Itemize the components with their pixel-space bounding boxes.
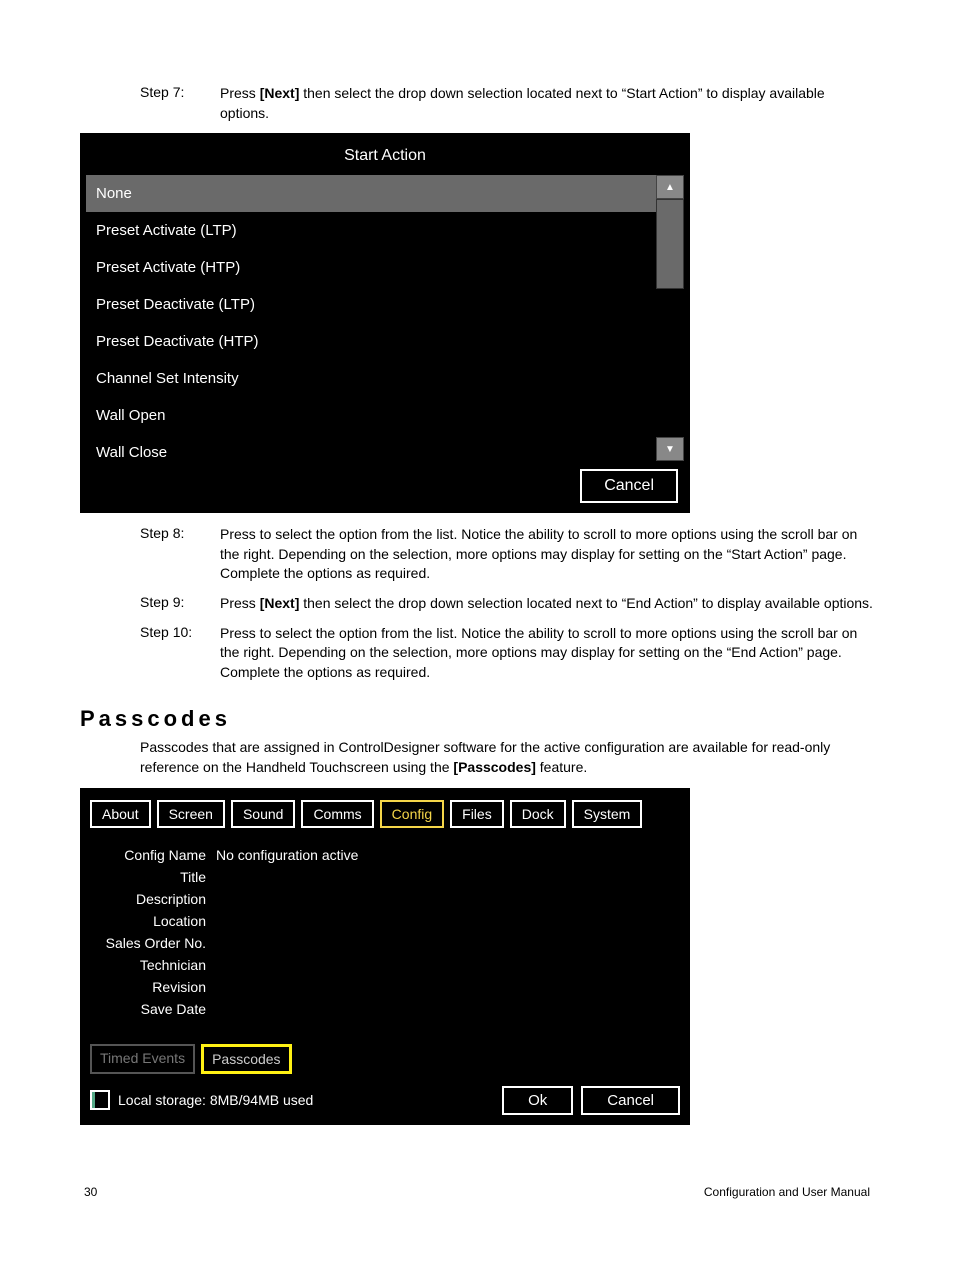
step-label: Step 8:: [140, 525, 220, 584]
dropdown-item-none[interactable]: None: [86, 175, 656, 212]
tab-comms[interactable]: Comms: [301, 800, 373, 828]
subtab-passcodes[interactable]: Passcodes: [201, 1044, 291, 1074]
bottom-bar: Local storage: 8MB/94MB used Ok Cancel: [86, 1080, 684, 1117]
start-action-dropdown-screenshot: Start Action None Preset Activate (LTP) …: [80, 133, 690, 513]
field-config-name: Config NameNo configuration active: [96, 844, 674, 866]
scroll-down-icon[interactable]: ▼: [656, 437, 684, 461]
section-intro: Passcodes that are assigned in ControlDe…: [140, 738, 874, 777]
field-description: Description: [96, 888, 674, 910]
tab-files[interactable]: Files: [450, 800, 504, 828]
step-label: Step 7:: [140, 84, 220, 123]
section-title-passcodes: Passcodes: [80, 706, 874, 732]
config-screen-screenshot: About Screen Sound Comms Config Files Do…: [80, 788, 690, 1125]
field-save-date: Save Date: [96, 998, 674, 1020]
tab-config[interactable]: Config: [380, 800, 444, 828]
step-8: Step 8: Press to select the option from …: [140, 525, 874, 584]
step-text: Press [Next] then select the drop down s…: [220, 594, 874, 614]
dropdown-title: Start Action: [86, 139, 684, 175]
tab-screen[interactable]: Screen: [157, 800, 225, 828]
step-label: Step 10:: [140, 624, 220, 683]
scroll-thumb[interactable]: [656, 199, 684, 289]
config-body: Config NameNo configuration active Title…: [86, 838, 684, 1030]
tab-bar: About Screen Sound Comms Config Files Do…: [86, 794, 684, 838]
dropdown-item[interactable]: Wall Close: [86, 434, 656, 461]
field-revision: Revision: [96, 976, 674, 998]
scroll-track[interactable]: [656, 199, 684, 437]
ok-button[interactable]: Ok: [502, 1086, 573, 1115]
scrollbar[interactable]: ▲ ▼: [656, 175, 684, 461]
dropdown-list: None Preset Activate (LTP) Preset Activa…: [86, 175, 656, 461]
field-location: Location: [96, 910, 674, 932]
step-text: Press [Next] then select the drop down s…: [220, 84, 874, 123]
dropdown-item[interactable]: Preset Deactivate (LTP): [86, 286, 656, 323]
tab-system[interactable]: System: [572, 800, 643, 828]
step-label: Step 9:: [140, 594, 220, 614]
field-sales-order: Sales Order No.: [96, 932, 674, 954]
footer-title: Configuration and User Manual: [704, 1185, 870, 1199]
scroll-up-icon[interactable]: ▲: [656, 175, 684, 199]
dropdown-item[interactable]: Preset Deactivate (HTP): [86, 323, 656, 360]
storage-text: Local storage: 8MB/94MB used: [118, 1092, 313, 1108]
field-technician: Technician: [96, 954, 674, 976]
step-10: Step 10: Press to select the option from…: [140, 624, 874, 683]
step-9: Step 9: Press [Next] then select the dro…: [140, 594, 874, 614]
storage-bar-icon: [90, 1090, 110, 1110]
subtab-bar: Timed Events Passcodes: [86, 1030, 684, 1080]
dropdown-item[interactable]: Preset Activate (HTP): [86, 249, 656, 286]
tab-sound[interactable]: Sound: [231, 800, 295, 828]
step-7: Step 7: Press [Next] then select the dro…: [140, 84, 874, 123]
dropdown-item[interactable]: Wall Open: [86, 397, 656, 434]
tab-dock[interactable]: Dock: [510, 800, 566, 828]
step-text: Press to select the option from the list…: [220, 624, 874, 683]
field-title: Title: [96, 866, 674, 888]
step-text: Press to select the option from the list…: [220, 525, 874, 584]
tab-about[interactable]: About: [90, 800, 151, 828]
subtab-timed-events[interactable]: Timed Events: [90, 1044, 195, 1074]
dropdown-item[interactable]: Channel Set Intensity: [86, 360, 656, 397]
cancel-button[interactable]: Cancel: [581, 1086, 680, 1115]
page-number: 30: [84, 1185, 97, 1199]
page-footer: 30 Configuration and User Manual: [80, 1185, 874, 1199]
dropdown-item[interactable]: Preset Activate (LTP): [86, 212, 656, 249]
cancel-button[interactable]: Cancel: [580, 469, 678, 503]
